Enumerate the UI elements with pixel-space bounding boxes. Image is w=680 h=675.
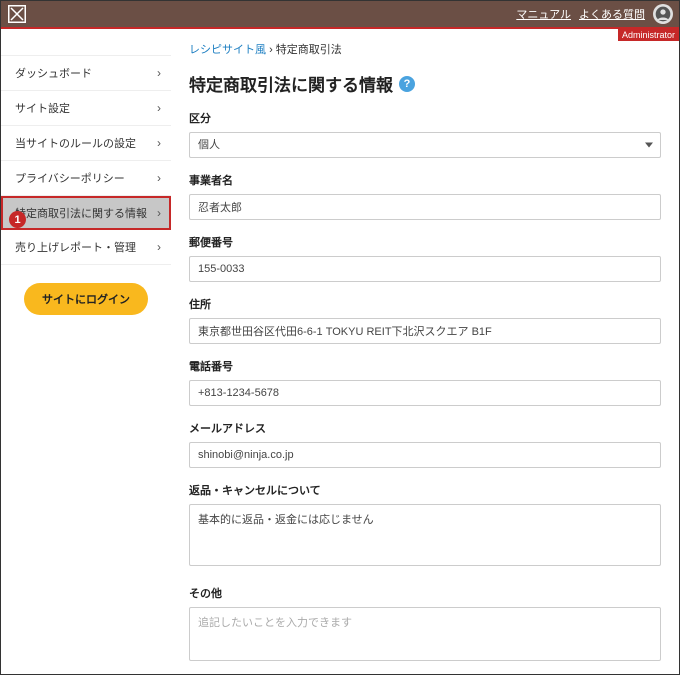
operator-name-label: 事業者名 <box>189 172 661 188</box>
admin-badge: Administrator <box>618 29 679 41</box>
site-login-button[interactable]: サイトにログイン <box>24 283 148 315</box>
postal-code-input[interactable] <box>189 256 661 282</box>
classification-label: 区分 <box>189 110 661 126</box>
sidebar-item-commerce-law[interactable]: 特定商取引法に関する情報 › <box>1 196 171 230</box>
sidebar-item-label: 当サイトのルールの設定 <box>15 135 136 151</box>
sidebar-item-label: プライバシーポリシー <box>15 170 125 186</box>
classification-select[interactable]: 個人 <box>189 132 661 158</box>
page-title: 特定商取引法に関する情報 ? <box>189 71 661 96</box>
sidebar-item-privacy-policy[interactable]: プライバシーポリシー › <box>1 161 171 196</box>
chevron-right-icon: › <box>157 171 161 185</box>
sidebar-item-sales-report[interactable]: 売り上げレポート・管理 › <box>1 230 171 265</box>
chevron-right-icon: › <box>157 136 161 150</box>
annotation-marker-1: 1 <box>9 211 26 228</box>
manual-link[interactable]: マニュアル <box>516 6 571 22</box>
sidebar-item-dashboard[interactable]: ダッシュボード › <box>1 55 171 91</box>
other-textarea[interactable] <box>189 607 661 661</box>
other-label: その他 <box>189 585 661 601</box>
sidebar-item-label: サイト設定 <box>15 100 70 116</box>
address-label: 住所 <box>189 296 661 312</box>
phone-input[interactable] <box>189 380 661 406</box>
breadcrumb-link[interactable]: レシピサイト風 <box>189 44 266 56</box>
sidebar-item-site-settings[interactable]: サイト設定 › <box>1 91 171 126</box>
operator-name-input[interactable] <box>189 194 661 220</box>
sidebar: ダッシュボード › サイト設定 › 当サイトのルールの設定 › プライバシーポリシー ›… <box>1 29 171 674</box>
help-icon[interactable]: ? <box>399 76 415 92</box>
breadcrumb-separator: › <box>269 44 276 56</box>
chevron-right-icon: › <box>157 206 161 220</box>
top-bar: マニュアル よくある質問 <box>1 1 679 29</box>
sidebar-item-label: 売り上げレポート・管理 <box>15 239 136 255</box>
sidebar-item-label: ダッシュボード <box>15 65 92 81</box>
breadcrumb: レシピサイト風 › 特定商取引法 <box>189 41 661 57</box>
email-input[interactable] <box>189 442 661 468</box>
address-input[interactable] <box>189 318 661 344</box>
user-avatar-icon[interactable] <box>653 4 673 24</box>
app-logo-icon[interactable] <box>7 4 27 24</box>
sidebar-item-site-rules[interactable]: 当サイトのルールの設定 › <box>1 126 171 161</box>
returns-label: 返品・キャンセルについて <box>189 482 661 498</box>
returns-textarea[interactable]: 基本的に返品・返金には応じません <box>189 504 661 566</box>
email-label: メールアドレス <box>189 420 661 436</box>
postal-code-label: 郵便番号 <box>189 234 661 250</box>
chevron-right-icon: › <box>157 101 161 115</box>
breadcrumb-current: 特定商取引法 <box>276 44 342 56</box>
phone-label: 電話番号 <box>189 358 661 374</box>
main-content: レシピサイト風 › 特定商取引法 特定商取引法に関する情報 ? 区分 個人 事業… <box>171 29 679 674</box>
faq-link[interactable]: よくある質問 <box>579 6 645 22</box>
chevron-right-icon: › <box>157 240 161 254</box>
sidebar-item-label: 特定商取引法に関する情報 <box>15 205 147 221</box>
chevron-right-icon: › <box>157 66 161 80</box>
